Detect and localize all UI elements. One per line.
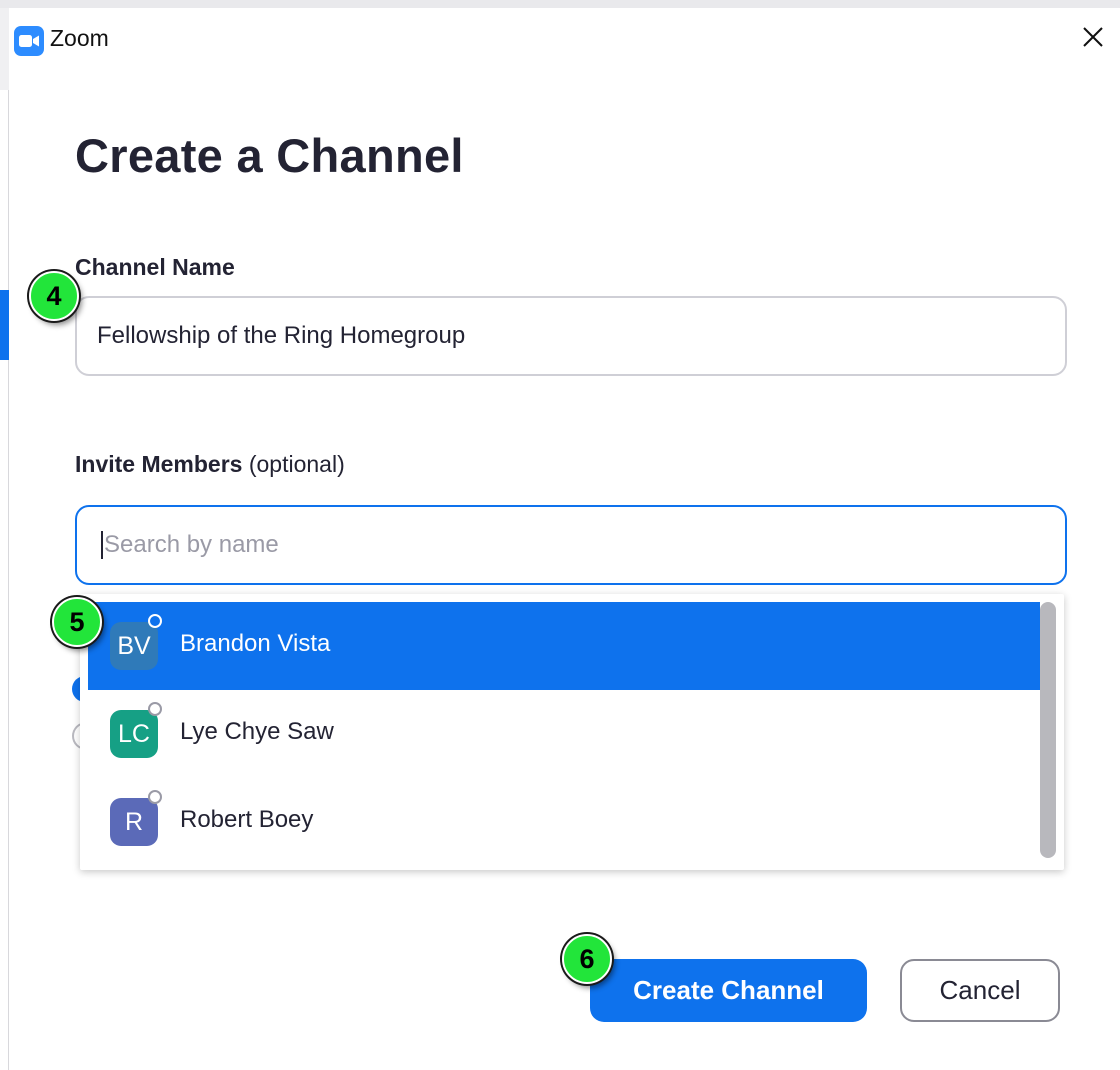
member-suggestions-dropdown: BV Brandon Vista LC Lye Chye Saw R Rober… [80,594,1064,870]
background-window-shade [0,8,9,90]
channel-name-label: Channel Name [75,254,235,280]
background-window-accent [0,290,9,360]
avatar-initials: BV [117,631,151,660]
channel-name-value: Fellowship of the Ring Homegroup [97,322,466,349]
background-window-edge [0,8,9,1070]
search-placeholder: Search by name [104,531,279,558]
window-title: Zoom [50,25,109,51]
step-badge-6: 6 [562,934,612,984]
avatar: R [110,798,158,846]
invite-members-label: Invite Members (optional) [75,451,345,478]
member-search-input[interactable]: Search by name [75,505,1067,585]
invite-members-label-text: Invite Members [75,451,243,477]
presence-status-icon [148,702,162,716]
avatar-initials: R [124,807,144,836]
title-bar: Zoom [10,8,1120,68]
member-name: Robert Boey [180,806,314,833]
presence-status-icon [148,614,162,628]
dropdown-scrollbar[interactable] [1040,602,1056,858]
avatar-initials: LC [118,719,150,748]
member-option[interactable]: LC Lye Chye Saw [88,690,1040,778]
step-badge-5: 5 [52,597,102,647]
presence-status-icon [148,790,162,804]
create-channel-button[interactable]: Create Channel [590,959,867,1022]
text-caret [101,531,103,559]
member-option[interactable]: R Robert Boey [88,778,1040,866]
dialog-title: Create a Channel [75,129,464,182]
optional-hint: (optional) [248,451,345,477]
member-option[interactable]: BV Brandon Vista [88,602,1040,690]
close-icon[interactable] [1078,22,1108,52]
window-top-edge [0,0,1120,8]
step-badge-4: 4 [29,271,79,321]
avatar: LC [110,710,158,758]
member-name: Lye Chye Saw [180,718,334,745]
channel-name-input[interactable]: Fellowship of the Ring Homegroup [75,296,1067,376]
member-name: Brandon Vista [180,630,331,657]
cancel-button[interactable]: Cancel [900,959,1060,1022]
zoom-logo-icon [14,26,44,56]
avatar: BV [110,622,158,670]
